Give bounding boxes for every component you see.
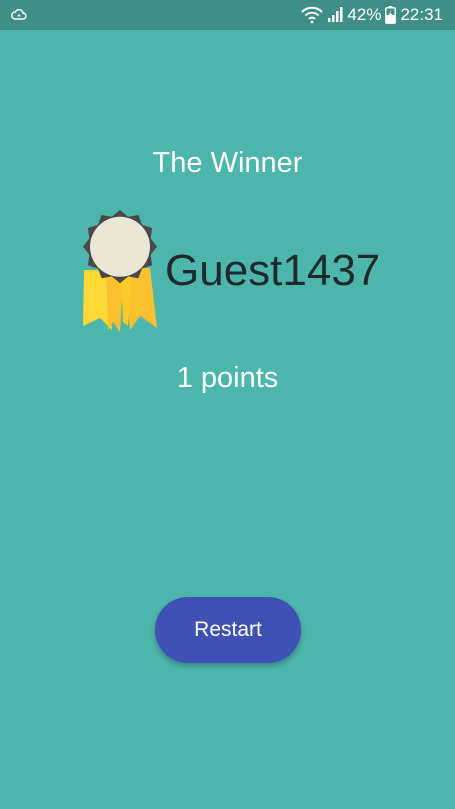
wifi-icon [301, 6, 324, 24]
battery-charging-icon [385, 6, 397, 24]
award-ribbon-icon [80, 208, 160, 334]
cloud-sync-icon [11, 7, 27, 23]
winner-title: The Winner [152, 147, 303, 179]
signal-bars-icon [327, 7, 343, 23]
status-bar: 42% 22:31 [0, 0, 455, 30]
battery-percent: 42% [347, 5, 382, 24]
restart-button[interactable]: Restart [155, 597, 301, 663]
winner-points: 1 points [176, 362, 279, 394]
status-indicators: 42% 22:31 [301, 5, 443, 25]
winner-name: Guest1437 [165, 246, 381, 295]
clock-time: 22:31 [400, 5, 443, 24]
